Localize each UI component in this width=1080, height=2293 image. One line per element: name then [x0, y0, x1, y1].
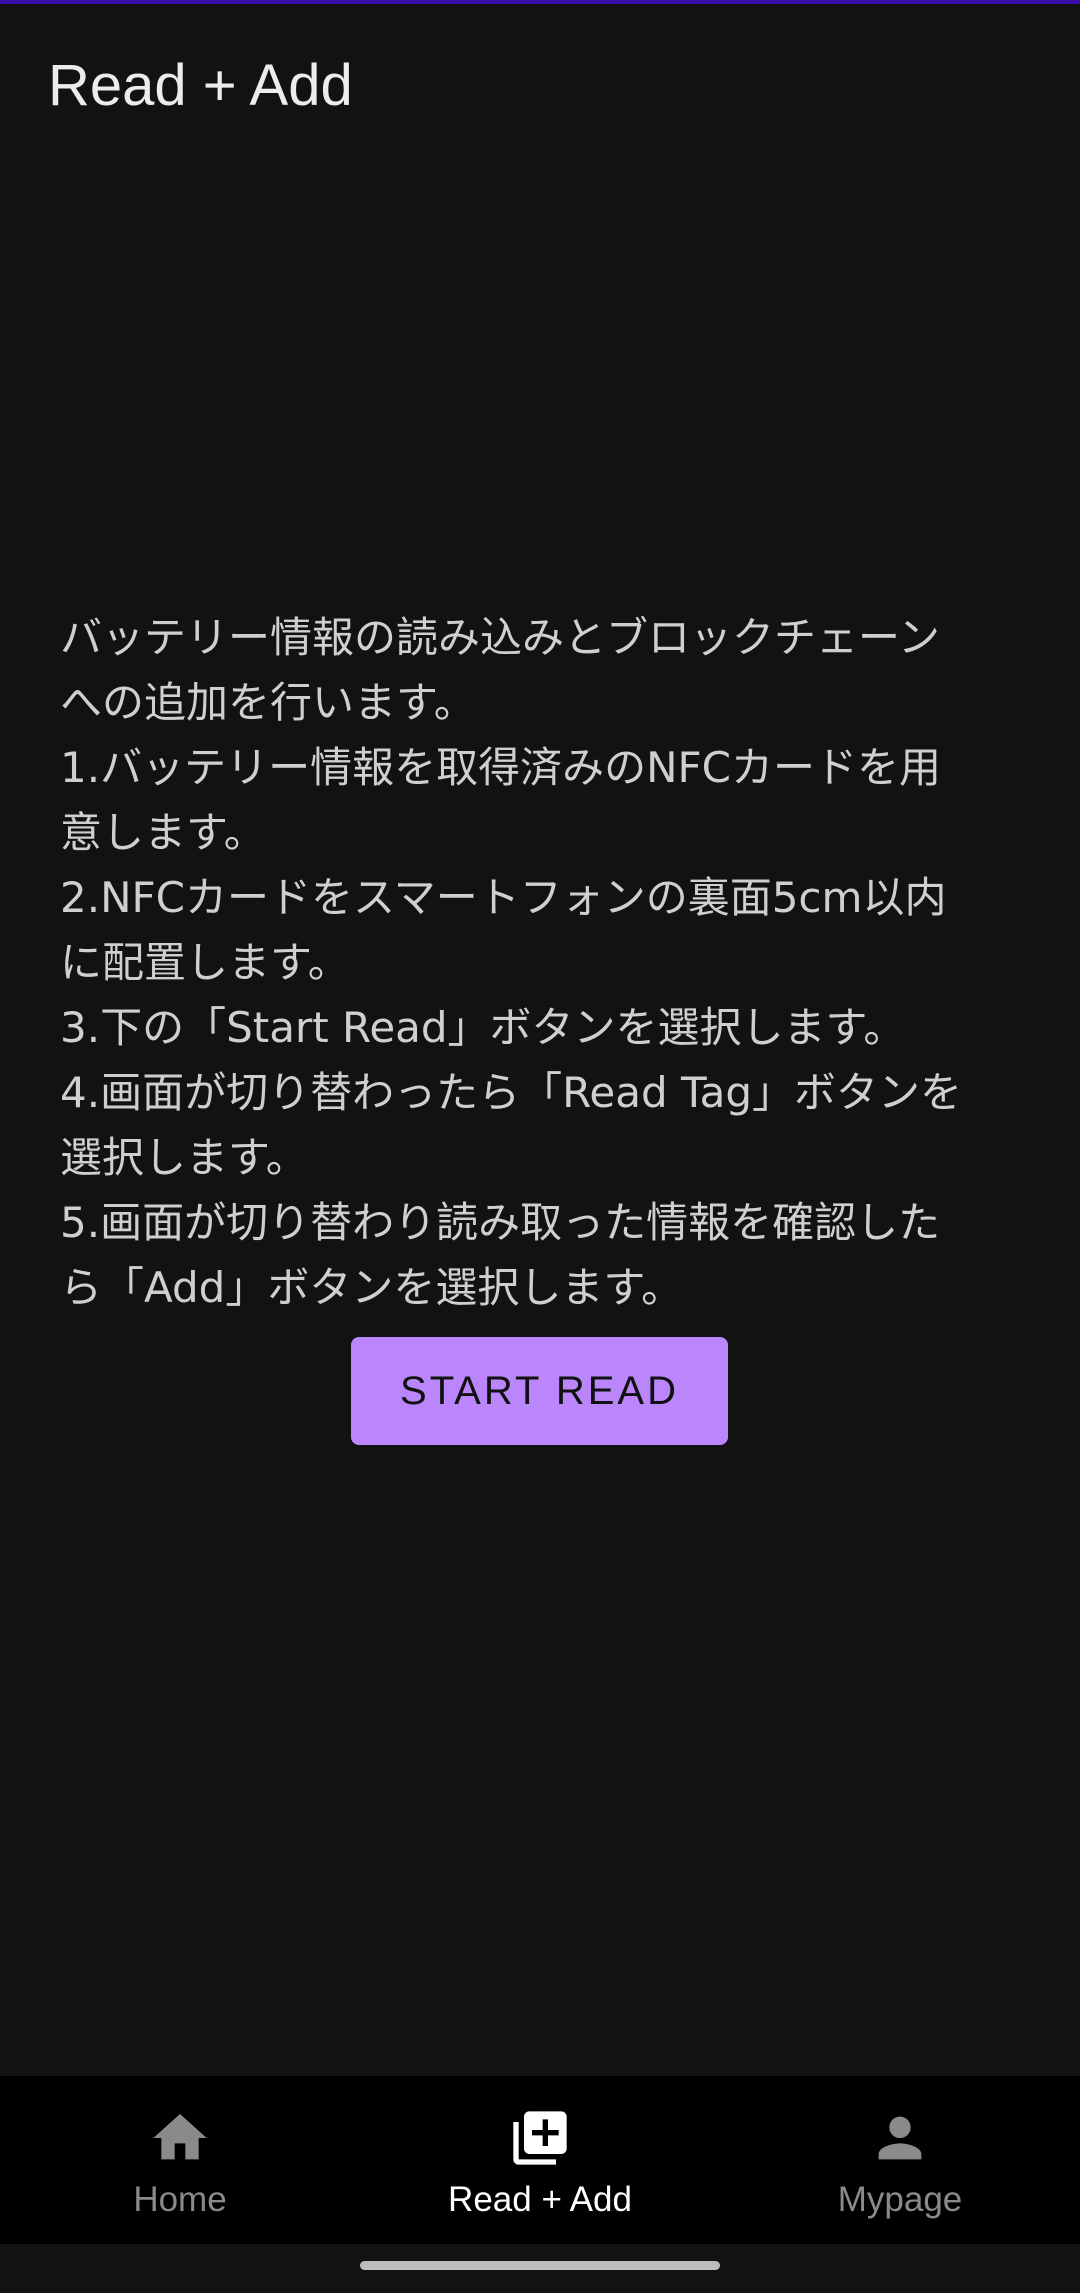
- start-read-button[interactable]: START READ: [351, 1337, 728, 1445]
- home-icon: [153, 2114, 207, 2160]
- instruction-line: 意します。: [60, 808, 266, 857]
- home-indicator[interactable]: [360, 2261, 720, 2270]
- instruction-line: への追加を行います。: [60, 678, 476, 727]
- nav-label-mypage: Mypage: [837, 2180, 963, 2219]
- instruction-line: に配置します。: [60, 938, 350, 987]
- status-bar-strip: [0, 0, 1080, 4]
- nav-label-read-add: Read + Add: [448, 2180, 632, 2219]
- bottom-navigation: Home Read + Add Mypage: [0, 2076, 1080, 2244]
- instruction-line: 1.バッテリー情報を取得済みのNFCカードを用: [60, 743, 941, 792]
- instruction-line: バッテリー情報の読み込みとブロックチェーン: [60, 613, 940, 662]
- nav-item-mypage[interactable]: Mypage: [720, 2076, 1080, 2244]
- instruction-line: ら「Add」ボタンを選択します。: [60, 1263, 684, 1312]
- instruction-line: 2.NFCカードをスマートフォンの裏面5cm以内: [60, 873, 947, 922]
- instructions-text: バッテリー情報の読み込みとブロックチェーン への追加を行います。 1.バッテリー…: [60, 605, 1020, 1320]
- instruction-line: 4.画面が切り替わったら「Read Tag」ボタンを: [60, 1068, 963, 1117]
- instruction-line: 選択します。: [60, 1133, 308, 1182]
- nav-label-home: Home: [133, 2180, 227, 2219]
- page-title: Read + Add: [48, 53, 353, 118]
- instruction-line: 5.画面が切り替わり読み取った情報を確認した: [60, 1198, 941, 1247]
- screen: Read + Add バッテリー情報の読み込みとブロックチェーン への追加を行い…: [0, 0, 1080, 2293]
- nav-item-home[interactable]: Home: [0, 2076, 360, 2244]
- instruction-line: 3.下の「Start Read」ボタンを選択します。: [60, 1003, 906, 1052]
- nav-item-read-add[interactable]: Read + Add: [360, 2076, 720, 2244]
- library-add-icon: [513, 2111, 567, 2165]
- person-icon: [878, 2116, 922, 2160]
